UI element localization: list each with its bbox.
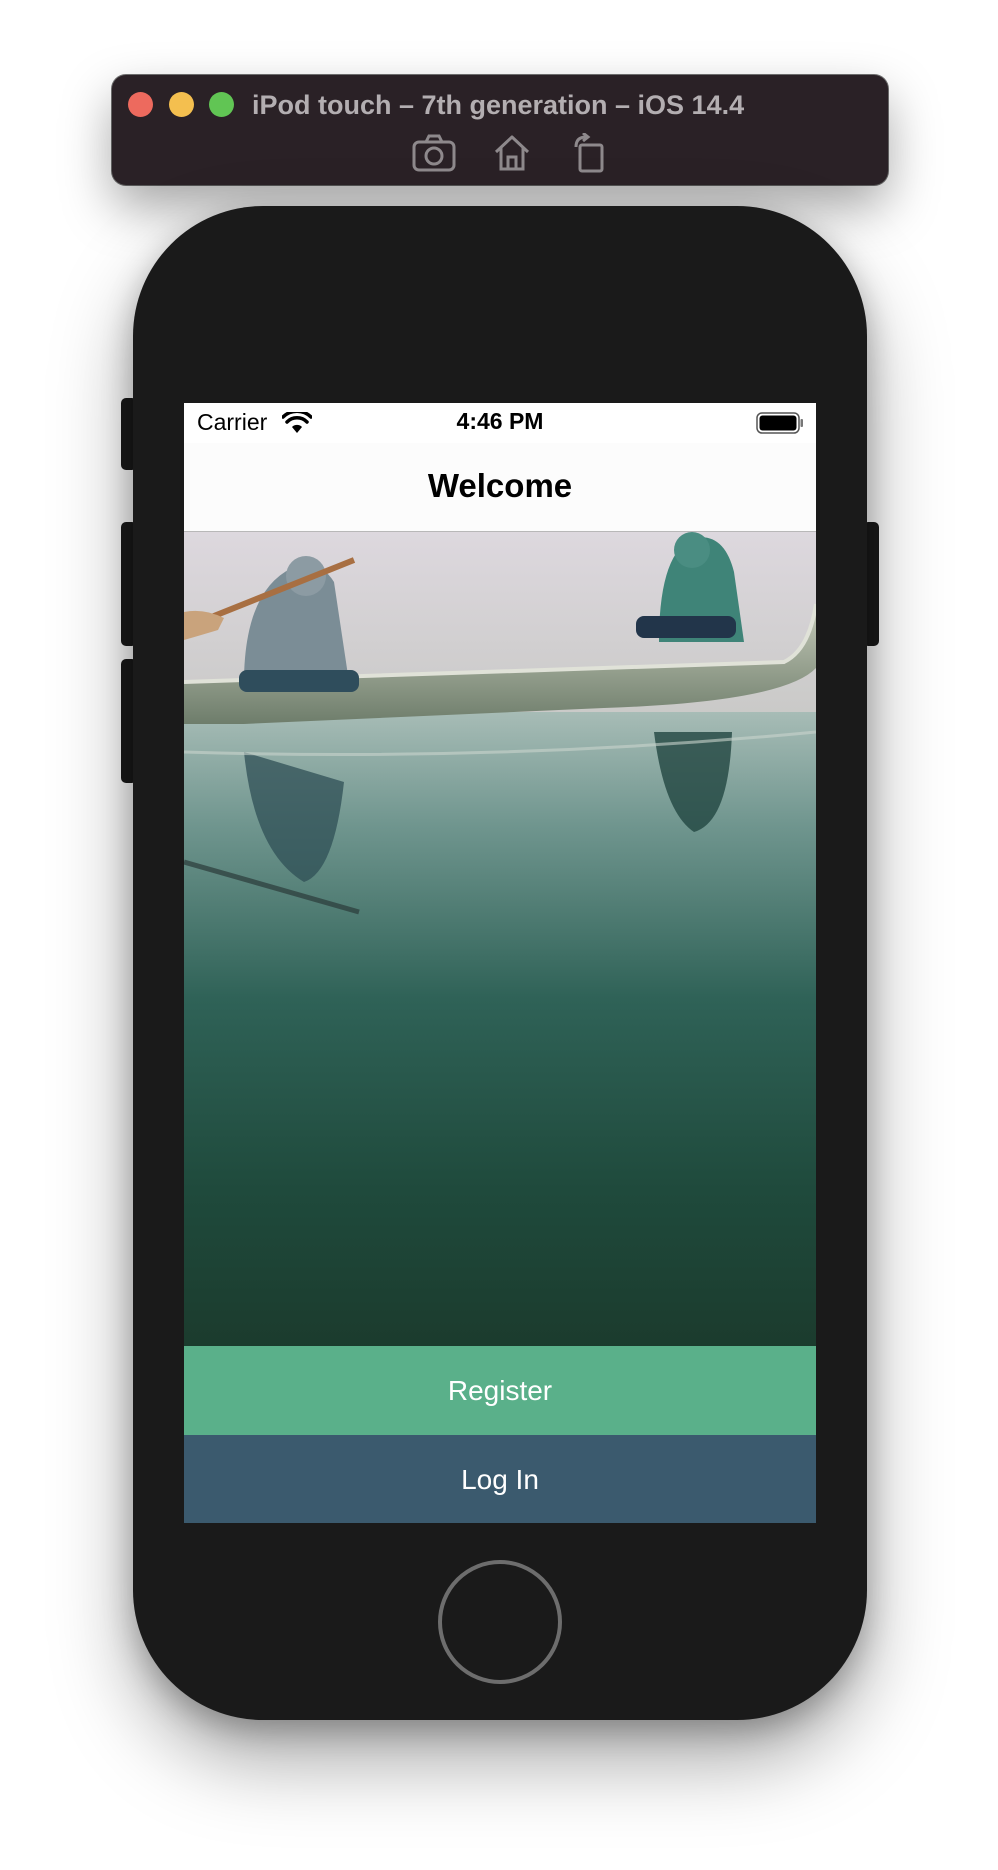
status-time: 4:46 PM bbox=[456, 408, 544, 434]
home-button[interactable] bbox=[438, 1560, 562, 1684]
close-window-button[interactable] bbox=[128, 92, 153, 117]
hero-image bbox=[184, 532, 816, 1349]
battery-icon bbox=[756, 412, 804, 439]
simulator-title: iPod touch – 7th generation – iOS 14.4 bbox=[252, 90, 745, 120]
home-icon[interactable] bbox=[490, 131, 534, 175]
navigation-bar: Welcome bbox=[184, 443, 816, 532]
status-bar: Carrier 4:46 PM bbox=[184, 403, 816, 443]
simulator-toolbar bbox=[412, 131, 612, 175]
minimize-window-button[interactable] bbox=[169, 92, 194, 117]
page-title: Welcome bbox=[427, 467, 573, 504]
login-button[interactable]: Log In bbox=[184, 1435, 816, 1523]
zoom-window-button[interactable] bbox=[209, 92, 234, 117]
device-screen: Carrier 4:46 PM Welcome Register Log In bbox=[184, 403, 816, 1523]
register-button[interactable]: Register bbox=[184, 1346, 816, 1435]
rotate-icon[interactable] bbox=[568, 131, 612, 175]
camera-icon[interactable] bbox=[412, 131, 456, 175]
simulator-title-bar: iPod touch – 7th generation – iOS 14.4 bbox=[112, 75, 888, 185]
